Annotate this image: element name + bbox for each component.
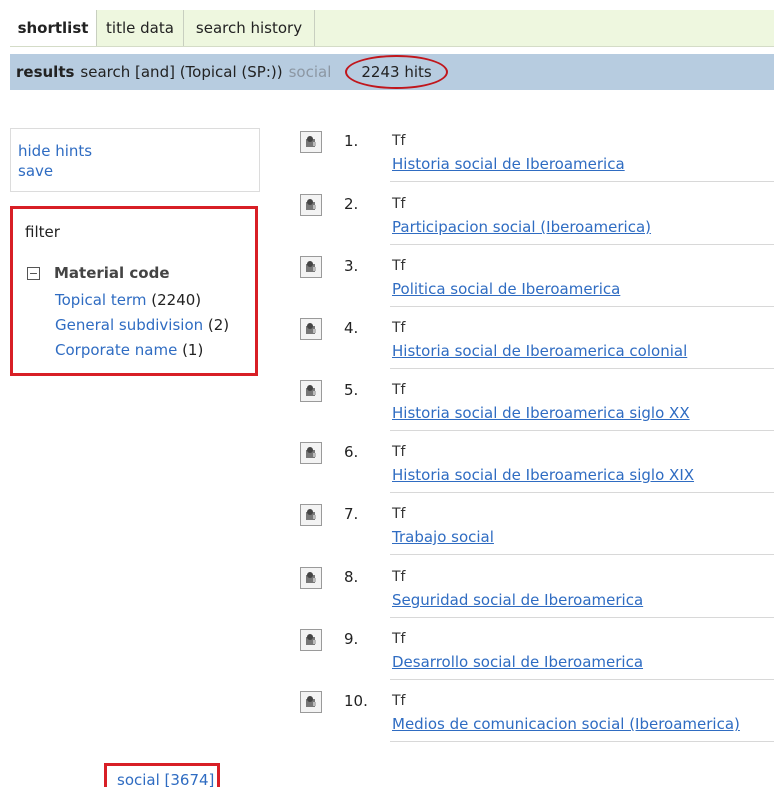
divider (390, 741, 774, 742)
result-title-link[interactable]: Historia social de Iberoamerica siglo XX (392, 404, 690, 422)
hide-hints-link[interactable]: hide hints (18, 141, 259, 161)
result-number: 4. (344, 319, 359, 337)
result-title-link[interactable]: Trabajo social (392, 528, 494, 546)
page: shortlist title data search history resu… (0, 0, 774, 789)
facet-count: (2) (207, 316, 230, 334)
facet-item: Topical term (2240) (55, 291, 201, 309)
facet-header: − Material code (27, 264, 170, 282)
result-title-link[interactable]: Politica social de Iberoamerica (392, 280, 620, 298)
facet-link-corporate-name[interactable]: Corporate name (55, 341, 177, 359)
result-title-link[interactable]: Seguridad social de Iberoamerica (392, 591, 643, 609)
search-query: search [and] (Topical (SP:)) (80, 63, 283, 81)
hit-count: 2243 hits (345, 55, 448, 89)
related-term-link[interactable]: social [3674] (117, 771, 214, 787)
record-icon[interactable] (300, 380, 322, 402)
result-type: Tf (392, 631, 406, 647)
result-number: 3. (344, 257, 359, 275)
record-icon[interactable] (300, 256, 322, 278)
filter-panel: filter − Material code Topical term (224… (10, 206, 258, 376)
divider (390, 679, 774, 680)
save-link[interactable]: save (18, 161, 259, 181)
result-title-link[interactable]: Historia social de Iberoamerica (392, 155, 625, 173)
facet-count: (2240) (151, 291, 202, 309)
facet-item: General subdivision (2) (55, 316, 229, 334)
facet-item: Corporate name (1) (55, 341, 203, 359)
divider (390, 430, 774, 431)
divider (390, 181, 774, 182)
related-term-box: social [3674] (104, 763, 220, 787)
result-row: 7. Tf Trabajo social (300, 504, 774, 566)
record-icon[interactable] (300, 504, 322, 526)
result-title-link[interactable]: Historia social de Iberoamerica colonial (392, 342, 687, 360)
result-number: 6. (344, 443, 359, 461)
tab-shortlist[interactable]: shortlist (10, 10, 97, 46)
tab-label: search history (195, 19, 303, 37)
result-type: Tf (392, 693, 406, 709)
result-type: Tf (392, 382, 406, 398)
facet-count: (1) (182, 341, 204, 359)
result-type: Tf (392, 506, 406, 522)
record-icon[interactable] (300, 442, 322, 464)
record-icon[interactable] (300, 131, 322, 153)
result-row: 5. Tf Historia social de Iberoamerica si… (300, 380, 774, 442)
divider (390, 368, 774, 369)
tab-label: shortlist (17, 19, 89, 37)
result-row: 8. Tf Seguridad social de Iberoamerica (300, 567, 774, 629)
tab-label: title data (106, 19, 174, 37)
result-title-link[interactable]: Participacion social (Iberoamerica) (392, 218, 651, 236)
record-icon[interactable] (300, 318, 322, 340)
result-type: Tf (392, 196, 406, 212)
result-number: 7. (344, 505, 359, 523)
divider (390, 492, 774, 493)
result-type: Tf (392, 258, 406, 274)
result-row: 9. Tf Desarrollo social de Iberoamerica (300, 629, 774, 691)
divider (390, 554, 774, 555)
result-number: 9. (344, 630, 359, 648)
facet-title: Material code (54, 264, 170, 282)
record-icon[interactable] (300, 194, 322, 216)
result-type: Tf (392, 133, 406, 149)
hints-panel: hide hints save (10, 128, 260, 192)
result-number: 8. (344, 568, 359, 586)
result-title-link[interactable]: Historia social de Iberoamerica siglo XI… (392, 466, 694, 484)
record-icon[interactable] (300, 691, 322, 713)
divider (390, 306, 774, 307)
result-number: 2. (344, 195, 359, 213)
collapse-icon[interactable]: − (27, 266, 40, 280)
result-number: 5. (344, 381, 359, 399)
result-type: Tf (392, 444, 406, 460)
result-row: 3. Tf Politica social de Iberoamerica (300, 256, 774, 318)
facet-link-topical-term[interactable]: Topical term (55, 291, 146, 309)
result-row: 6. Tf Historia social de Iberoamerica si… (300, 442, 774, 504)
result-type: Tf (392, 320, 406, 336)
tab-bar: shortlist title data search history (10, 10, 774, 47)
tab-title-data[interactable]: title data (97, 10, 184, 46)
result-row: 10. Tf Medios de comunicacion social (Ib… (300, 691, 774, 753)
result-title-link[interactable]: Medios de comunicacion social (Iberoamer… (392, 715, 740, 733)
divider (390, 617, 774, 618)
search-term: social (288, 63, 332, 81)
result-number: 10. (344, 692, 368, 710)
results-label: results (16, 63, 75, 81)
result-type: Tf (392, 569, 406, 585)
result-title-link[interactable]: Desarrollo social de Iberoamerica (392, 653, 643, 671)
result-row: 2. Tf Participacion social (Iberoamerica… (300, 194, 774, 256)
facet-link-general-subdivision[interactable]: General subdivision (55, 316, 203, 334)
result-row: 1. Tf Historia social de Iberoamerica (300, 131, 774, 193)
result-row: 4. Tf Historia social de Iberoamerica co… (300, 318, 774, 380)
filter-title: filter (25, 223, 60, 241)
record-icon[interactable] (300, 567, 322, 589)
results-bar: results search [and] (Topical (SP:)) soc… (10, 54, 774, 90)
tab-search-history[interactable]: search history (184, 10, 315, 46)
record-icon[interactable] (300, 629, 322, 651)
result-number: 1. (344, 132, 359, 150)
divider (390, 244, 774, 245)
